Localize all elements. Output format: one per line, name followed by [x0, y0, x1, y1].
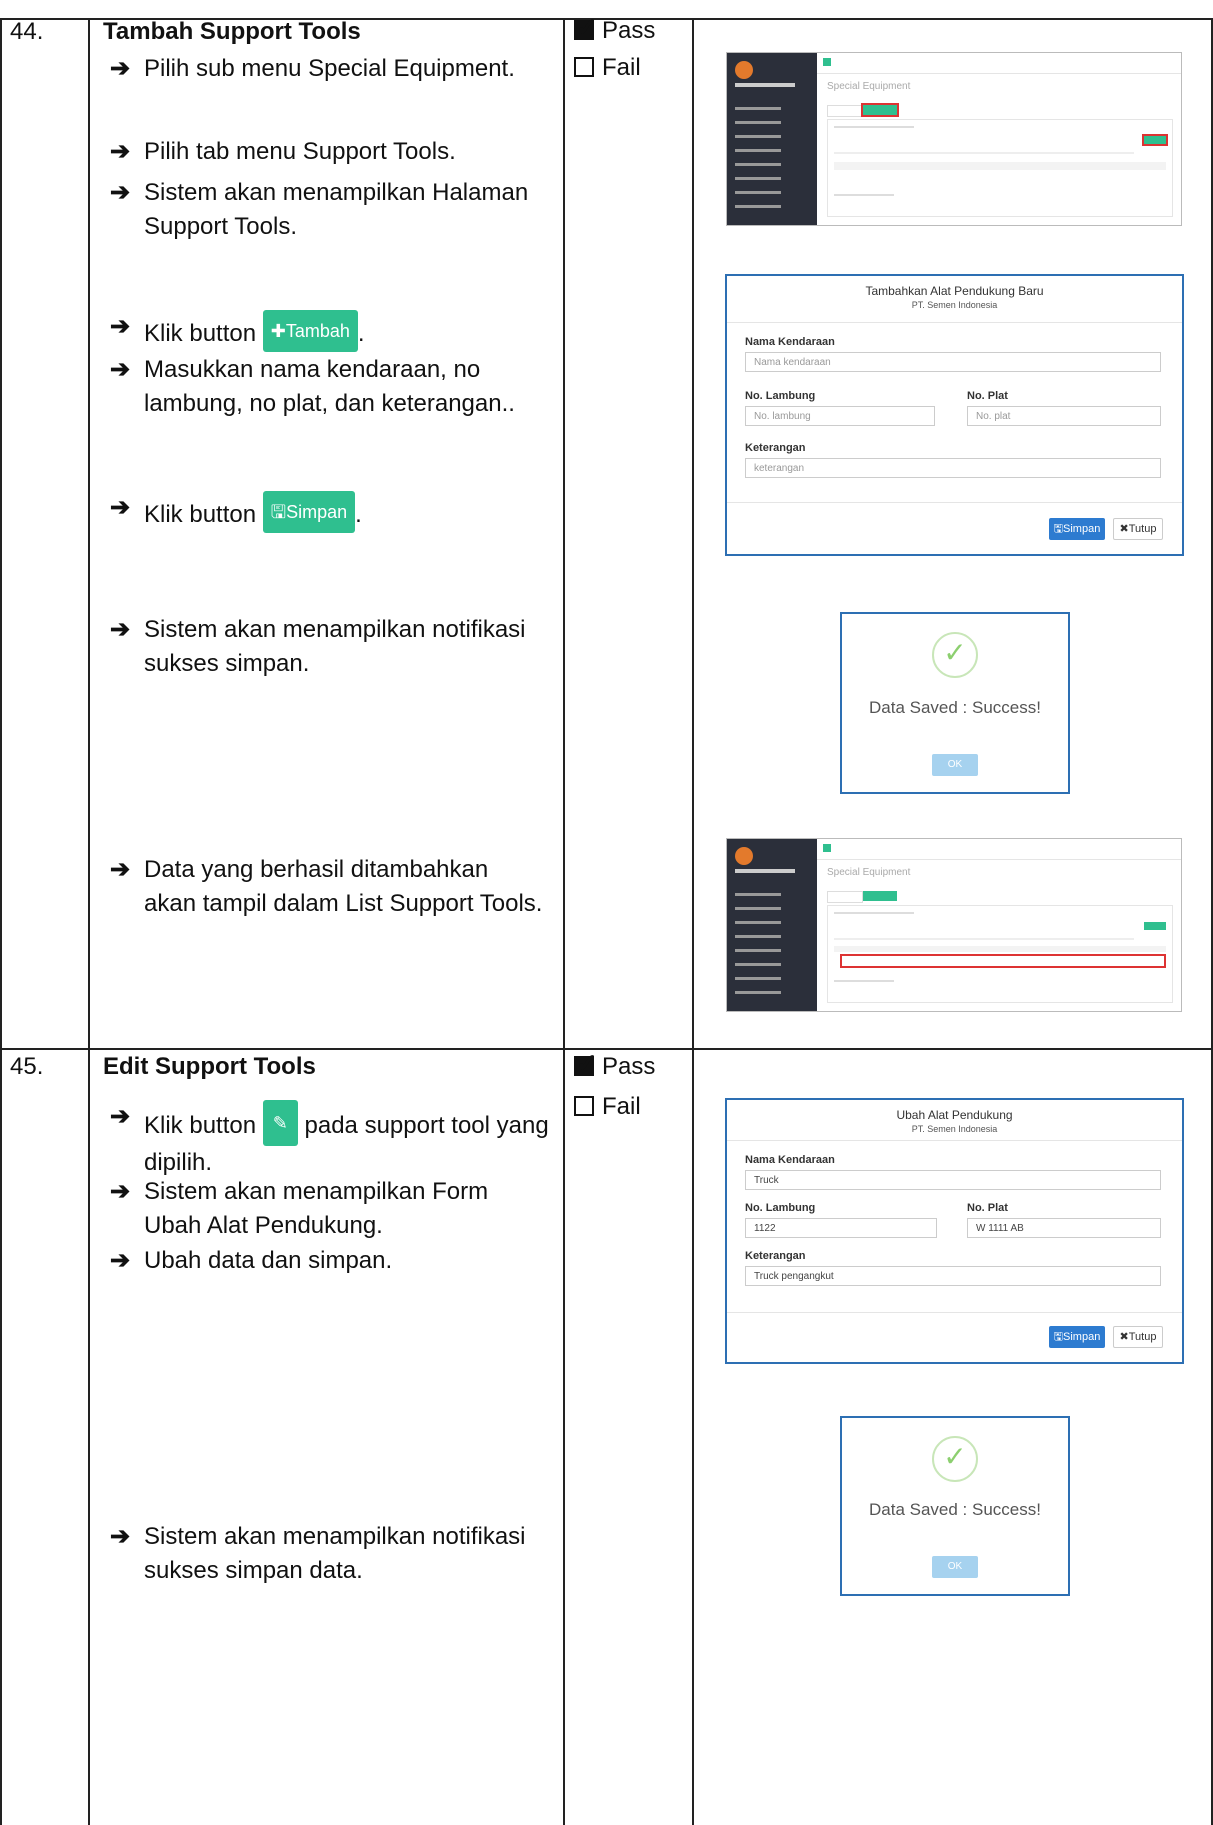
- row-number: 44.: [10, 18, 44, 45]
- support-tools-list-screenshot: Special Equipment: [726, 838, 1182, 1012]
- no-plat-input[interactable]: No. plat: [967, 406, 1161, 426]
- screen-title: Special Equipment: [827, 81, 911, 92]
- success-notification: ✓ Data Saved : Success! OK: [840, 612, 1070, 794]
- no-plat-label: No. Plat: [967, 1202, 1008, 1214]
- floppy-icon: 🖫: [270, 502, 287, 522]
- edit-button-sample: ✎: [262, 1100, 298, 1146]
- step-item: ➔ Klik button ✚Tambah.: [110, 310, 544, 352]
- arrow-right-icon: ➔: [110, 856, 131, 883]
- step-title: Tambah Support Tools: [103, 18, 361, 45]
- step-item: ➔ Sistem akan menampilkan Halaman Suppor…: [110, 176, 544, 244]
- arrow-right-icon: ➔: [110, 1247, 131, 1274]
- arrow-right-icon: ➔: [110, 616, 131, 643]
- no-lambung-label: No. Lambung: [745, 390, 816, 402]
- logo-icon: [735, 847, 753, 865]
- row-separator: [0, 1048, 1213, 1050]
- step-item: ➔ Klik button 🖫Simpan.: [110, 491, 544, 533]
- pass-checkbox[interactable]: Pass: [574, 1048, 655, 1082]
- arrow-right-icon: ➔: [110, 356, 131, 383]
- dialog-title: Tambahkan Alat Pendukung Baru: [865, 284, 1044, 298]
- row-number: 45.: [10, 1053, 44, 1080]
- no-lambung-label: No. Lambung: [745, 1202, 816, 1214]
- keterangan-label: Keterangan: [745, 1250, 806, 1262]
- arrow-right-icon: ➔: [110, 313, 131, 340]
- nama-kendaraan-input[interactable]: Truck: [745, 1170, 1161, 1190]
- table-border-col3: [692, 18, 694, 1825]
- pencil-icon: ✎: [272, 1113, 288, 1133]
- dialog-subtitle: PT. Semen Indonesia: [911, 300, 998, 310]
- checked-box-icon: [574, 1048, 598, 1078]
- menu-toggle-icon: [823, 844, 831, 852]
- menu-toggle-icon: [823, 58, 831, 66]
- step-title: Edit Support Tools: [103, 1053, 316, 1080]
- pass-checkbox[interactable]: Pass: [574, 12, 655, 46]
- fail-checkbox[interactable]: Fail: [574, 1092, 641, 1122]
- checkmark-icon: ✓: [932, 1436, 978, 1482]
- tab-support-tools: [861, 103, 899, 117]
- save-button[interactable]: 🖫Simpan: [1049, 518, 1105, 540]
- step-item: ➔ Masukkan nama kendaraan, no lambung, n…: [110, 353, 544, 421]
- empty-box-icon: [574, 57, 594, 77]
- tab-support-tools: [863, 891, 897, 901]
- dialog-title: Ubah Alat Pendukung: [896, 1108, 1013, 1122]
- keterangan-input[interactable]: Truck pengangkut: [745, 1266, 1161, 1286]
- step-item: ➔ Sistem akan menampilkan notifikasi suk…: [110, 1520, 544, 1588]
- table-border-col1: [88, 18, 90, 1825]
- tambah-button-sample: ✚Tambah: [262, 310, 358, 352]
- success-notification: ✓ Data Saved : Success! OK: [840, 1416, 1070, 1596]
- simpan-button-sample: 🖫Simpan: [262, 491, 356, 533]
- fail-checkbox[interactable]: Fail: [574, 53, 641, 83]
- no-lambung-input[interactable]: No. lambung: [745, 406, 935, 426]
- checkmark-icon: ✓: [932, 632, 978, 678]
- nama-kendaraan-label: Nama Kendaraan: [745, 336, 835, 348]
- new-row-highlight: [840, 954, 1166, 968]
- arrow-right-icon: ➔: [110, 1103, 131, 1130]
- step-item: ➔ Klik button ✎ pada support tool yang d…: [110, 1100, 554, 1180]
- nama-kendaraan-label: Nama Kendaraan: [745, 1154, 835, 1166]
- add-support-tool-dialog: Tambahkan Alat Pendukung Baru PT. Semen …: [725, 274, 1184, 556]
- arrow-right-icon: ➔: [110, 179, 131, 206]
- step-item: ➔ Data yang berhasil ditambahkan akan ta…: [110, 853, 544, 921]
- arrow-right-icon: ➔: [110, 1523, 131, 1550]
- table-border-left: [0, 18, 2, 1825]
- support-tools-page-screenshot: Special Equipment: [726, 52, 1182, 226]
- step-item: ➔ Sistem akan menampilkan Form Ubah Alat…: [110, 1175, 544, 1243]
- step-item: ➔ Ubah data dan simpan.: [110, 1244, 544, 1278]
- ok-button[interactable]: OK: [932, 754, 978, 776]
- keterangan-input[interactable]: keterangan: [745, 458, 1161, 478]
- keterangan-label: Keterangan: [745, 442, 806, 454]
- add-button-highlight: [1142, 134, 1168, 146]
- screen-title: Special Equipment: [827, 867, 911, 878]
- floppy-icon: 🖫: [1053, 1331, 1064, 1343]
- nama-kendaraan-input[interactable]: Nama kendaraan: [745, 352, 1161, 372]
- no-plat-label: No. Plat: [967, 390, 1008, 402]
- floppy-icon: 🖫: [1053, 523, 1064, 535]
- arrow-right-icon: ➔: [110, 494, 131, 521]
- logo-icon: [735, 61, 753, 79]
- close-button[interactable]: ✖Tutup: [1113, 518, 1163, 540]
- table-border-col2: [563, 18, 565, 1825]
- arrow-right-icon: ➔: [110, 55, 131, 82]
- dialog-subtitle: PT. Semen Indonesia: [911, 1124, 998, 1134]
- empty-box-icon: [574, 1096, 594, 1116]
- no-plat-input[interactable]: W 1111 AB: [967, 1218, 1161, 1238]
- save-button[interactable]: 🖫Simpan: [1049, 1326, 1105, 1348]
- close-button[interactable]: ✖Tutup: [1113, 1326, 1163, 1348]
- checked-box-icon: [574, 12, 598, 42]
- arrow-right-icon: ➔: [110, 1178, 131, 1205]
- step-item: ➔ Sistem akan menampilkan notifikasi suk…: [110, 613, 544, 681]
- step-item: ➔ Pilih tab menu Support Tools.: [110, 135, 544, 169]
- close-icon: ✖: [1119, 1331, 1129, 1343]
- arrow-right-icon: ➔: [110, 138, 131, 165]
- close-icon: ✖: [1119, 523, 1129, 535]
- ok-button[interactable]: OK: [932, 1556, 978, 1578]
- no-lambung-input[interactable]: 1122: [745, 1218, 937, 1238]
- step-item: ➔ Pilih sub menu Special Equipment.: [110, 52, 544, 86]
- plus-icon: ✚: [270, 321, 286, 341]
- edit-support-tool-dialog: Ubah Alat Pendukung PT. Semen Indonesia …: [725, 1098, 1184, 1364]
